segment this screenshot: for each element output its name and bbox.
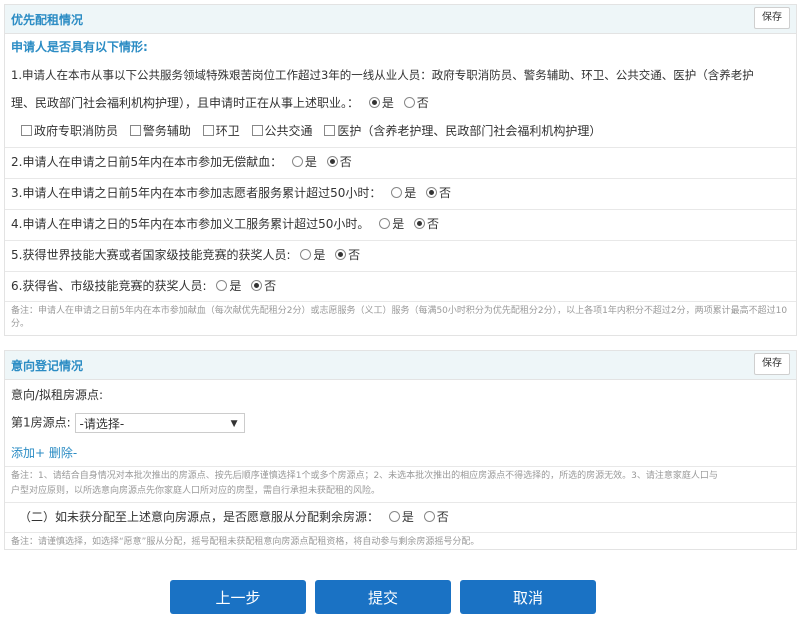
q1-checkbox-row: 政府专职消防员 警务辅助 环卫 公共交通 医护（含养老护理、民政部门社会福利机构… [21,123,790,139]
q2-yes-label: 是 [304,155,317,169]
house1-label: 第1房源点: [11,415,71,430]
unallocated-row: （二）如未获分配至上述意向房源点，是否愿意服从分配剩余房源： 是 否 [19,509,790,525]
checkbox-item-medical[interactable]: 医护（含养老护理、民政部门社会福利机构护理） [324,123,601,139]
q5-no-radio[interactable] [335,249,347,260]
checkbox-label-police-aux: 警务辅助 [142,124,191,138]
unallocated-yes-label: 是 [401,510,414,524]
delete-house-link[interactable]: 删除- [49,446,77,460]
intent-panel-header: 意向登记情况 保存 [5,351,796,380]
q5-yes-radio[interactable] [300,249,312,260]
unallocated-label: （二）如未获分配至上述意向房源点，是否愿意服从分配剩余房源： [19,510,380,524]
add-delete-row: 添加+ 删除- [11,445,790,461]
q2-row: 2.申请人在申请之日前5年内在本市参加无偿献血： 是 否 [11,154,790,170]
checkbox-medical[interactable] [324,125,336,136]
prev-step-button[interactable]: 上一步 [170,580,306,614]
divider [5,502,796,503]
house1-row: 第1房源点: -请选择- ▼ [11,413,790,433]
priority-panel-title: 优先配租情况 [11,13,84,27]
intent-note1-line2: 户型对应原则，以所选意向房源点先你家庭人口所对应的房型，需自行承担未获配租的风险… [11,486,381,496]
q3-no-radio[interactable] [426,187,438,198]
intent-save-button[interactable]: 保存 [754,353,790,375]
checkbox-item-transit[interactable]: 公共交通 [251,123,313,139]
intent-subtitle: 意向/拟租房源点: [11,388,104,402]
checkbox-label-sanitation: 环卫 [215,124,240,138]
q1-line2: 理、民政部门社会福利机构护理），且申请时正在从事上述职业。： [11,96,360,110]
priority-note: 备注：申请人在申请之日前5年内在本市参加献血（每次献优先配租分2分）或志愿服务（… [11,306,788,329]
intent-panel-title: 意向登记情况 [11,359,84,373]
priority-save-button[interactable]: 保存 [754,7,790,29]
q5-no-label: 否 [348,248,361,262]
q4-no-label: 否 [427,217,440,231]
house1-select[interactable]: -请选择- ▼ [74,413,245,433]
q3-row: 3.申请人在申请之日前5年内在本市参加志愿者服务累计超过50小时： 是 否 [11,185,790,201]
chevron-down-icon: ▼ [230,419,238,429]
priority-panel-header: 优先配租情况 保存 [5,5,796,34]
q4-yes-radio[interactable] [379,218,391,229]
q2-no-label: 否 [339,155,352,169]
q6-row: 6.获得省、市级技能竞赛的获奖人员: 是 否 [11,278,790,294]
q4-no-radio[interactable] [414,218,426,229]
priority-panel: 优先配租情况 保存 申请人是否具有以下情形: 1.申请人在本市从事以下公共服务领… [4,4,797,336]
divider [5,240,796,241]
q1-yes-label: 是 [381,96,394,110]
q1-line1: 1.申请人在本市从事以下公共服务领域特殊艰苦岗位工作超过3年的一线从业人员：政府… [11,68,754,82]
checkbox-label-transit: 公共交通 [264,124,313,138]
checkbox-label-medical: 医护（含养老护理、民政部门社会福利机构护理） [337,124,602,138]
q6-no-radio[interactable] [251,280,263,291]
intent-note1-line1: 备注：1、请结合自身情况对本批次推出的房源点、按先后顺序谨慎选择1个或多个房源点… [11,471,718,481]
divider [5,301,796,302]
q2-label: 2.申请人在申请之日前5年内在本市参加无偿献血： [11,155,283,169]
q5-yes-label: 是 [313,248,326,262]
priority-subtitle: 申请人是否具有以下情形: [11,40,148,54]
q3-no-label: 否 [439,186,452,200]
q3-yes-radio[interactable] [391,187,403,198]
q6-yes-label: 是 [229,279,242,293]
checkbox-police-aux[interactable] [129,125,141,136]
checkbox-item-sanitation[interactable]: 环卫 [202,123,240,139]
q1-yes-radio[interactable] [368,97,380,108]
divider [5,532,796,533]
unallocated-no-radio[interactable] [423,511,435,522]
q4-row: 4.申请人在申请之日的5年内在本市参加义工服务累计超过50小时。 是 否 [11,216,790,232]
intent-panel: 意向登记情况 保存 意向/拟租房源点: 第1房源点: -请选择- ▼ 添加+ 删除… [4,350,797,550]
q5-row: 5.获得世界技能大赛或者国家级技能竞赛的获奖人员: 是 否 [11,247,790,263]
unallocated-no-label: 否 [436,510,449,524]
q5-label: 5.获得世界技能大赛或者国家级技能竞赛的获奖人员: [11,248,291,262]
q6-no-label: 否 [264,279,277,293]
checkbox-sanitation[interactable] [202,125,214,136]
cancel-button[interactable]: 取消 [460,580,596,614]
house1-select-value: -请选择- [79,417,125,431]
checkbox-firefighter[interactable] [21,125,32,136]
q2-no-radio[interactable] [326,156,338,167]
q4-yes-label: 是 [392,217,405,231]
divider [5,466,796,467]
checkbox-item-police-aux[interactable]: 警务辅助 [129,123,191,139]
q3-label: 3.申请人在申请之日前5年内在本市参加志愿者服务累计超过50小时： [11,186,382,200]
q3-yes-label: 是 [404,186,417,200]
q1-no-radio[interactable] [403,97,415,108]
unallocated-yes-radio[interactable] [388,511,400,522]
q1-line2-row: 理、民政部门社会福利机构护理），且申请时正在从事上述职业。： 是 否 [11,95,790,111]
q1-no-label: 否 [416,96,429,110]
add-house-link[interactable]: 添加+ [11,446,45,460]
q6-yes-radio[interactable] [216,280,228,291]
intent-note2: 备注：请谨慎选择，如选择“愿意”服从分配，摇号配租未获配租意向房源点配租资格，将… [11,537,480,547]
submit-button[interactable]: 提交 [315,580,451,614]
divider [5,147,796,148]
divider [5,271,796,272]
priority-subtitle-row: 申请人是否具有以下情形: [11,39,790,55]
checkbox-transit[interactable] [251,125,263,136]
checkbox-label-firefighter: 政府专职消防员 [34,124,119,138]
divider [5,178,796,179]
q2-yes-radio[interactable] [291,156,303,167]
divider [5,209,796,210]
q6-label: 6.获得省、市级技能竞赛的获奖人员: [11,279,207,293]
checkbox-item-firefighter[interactable]: 政府专职消防员 [21,123,118,139]
q4-label: 4.申请人在申请之日的5年内在本市参加义工服务累计超过50小时。 [11,217,370,231]
